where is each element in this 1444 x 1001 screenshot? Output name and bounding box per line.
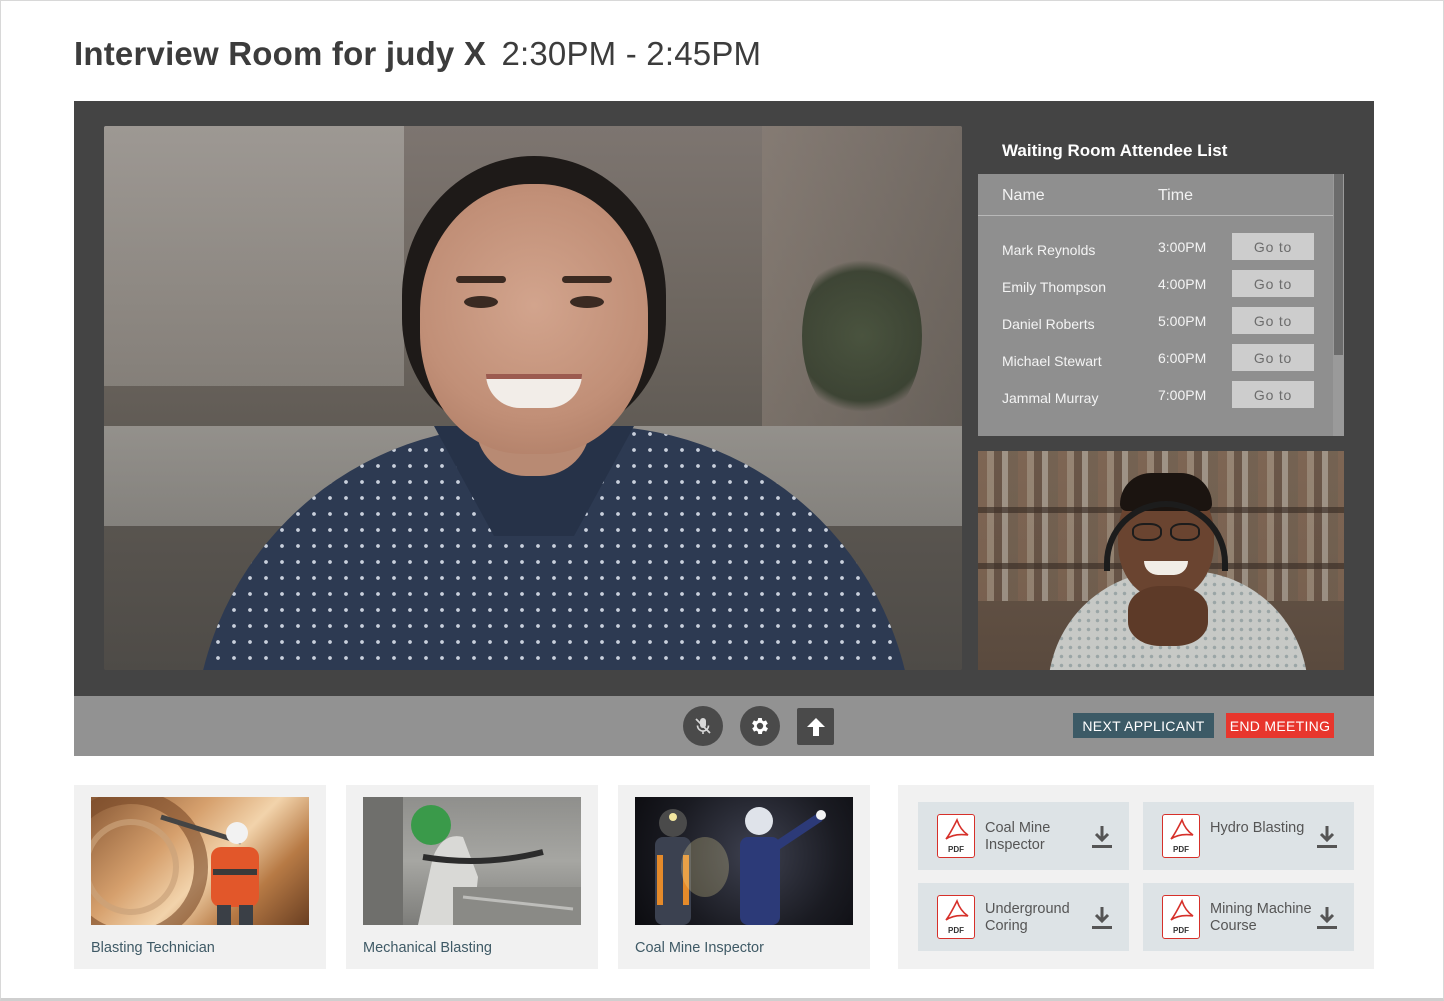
pdf-icon: PDF (937, 814, 975, 858)
page-frame: Interview Room for judy X 2:30PM - 2:45P… (0, 0, 1444, 1001)
page-title: Interview Room for judy X 2:30PM - 2:45P… (74, 35, 761, 73)
course-thumbnail (635, 797, 853, 925)
attendee-list: Mark Reynolds 3:00PM Go to Emily Thompso… (978, 230, 1333, 415)
room-title: Interview Room for judy X (74, 35, 487, 72)
waiting-room-title: Waiting Room Attendee List (978, 126, 1344, 174)
self-video-feed (978, 451, 1344, 670)
document-name: Coal Mine Inspector (985, 820, 1051, 853)
coal-mine-scene (655, 807, 826, 925)
waiting-room-panel: Waiting Room Attendee List Name Time Mar… (978, 126, 1344, 436)
background-plant (802, 246, 922, 426)
settings-button[interactable] (740, 706, 780, 746)
meeting-controls-bar: NEXT APPLICANT END MEETING (74, 696, 1374, 756)
mic-off-icon (695, 718, 711, 734)
course-thumbnail (91, 797, 309, 925)
pdf-icon: PDF (1162, 814, 1200, 858)
glasses (1128, 523, 1204, 541)
column-name: Name (1002, 187, 1045, 204)
share-upload-button[interactable] (797, 708, 834, 745)
attendee-row: Jammal Murray 7:00PM Go to (978, 378, 1333, 415)
participant-eye-right (570, 296, 604, 308)
course-card[interactable]: Coal Mine Inspector (618, 785, 870, 969)
participant-brow-right (562, 276, 612, 283)
attendee-name: Jammal Murray (1002, 390, 1099, 406)
upload-arrow-icon (806, 717, 825, 736)
attendee-name: Mark Reynolds (1002, 242, 1096, 258)
course-thumbnail (363, 797, 581, 925)
next-applicant-button[interactable]: NEXT APPLICANT (1073, 713, 1214, 738)
attendee-row: Daniel Roberts 5:00PM Go to (978, 304, 1333, 341)
attendee-row: Emily Thompson 4:00PM Go to (978, 267, 1333, 304)
go-to-button[interactable]: Go to (1232, 344, 1314, 371)
go-to-button[interactable]: Go to (1232, 270, 1314, 297)
mechanical-blasting-scene (363, 797, 581, 925)
document-name: Underground Coring (985, 901, 1070, 934)
go-to-button[interactable]: Go to (1232, 233, 1314, 260)
course-title: Coal Mine Inspector (635, 940, 764, 956)
course-title: Blasting Technician (91, 940, 215, 956)
end-meeting-button[interactable]: END MEETING (1226, 713, 1334, 738)
pdf-icon: PDF (937, 895, 975, 939)
attendee-name: Emily Thompson (1002, 279, 1107, 295)
download-icon[interactable] (1316, 824, 1338, 850)
course-card[interactable]: Blasting Technician (74, 785, 326, 969)
attendee-time: 3:00PM (1158, 239, 1207, 255)
attendee-table-header: Name Time (978, 174, 1333, 216)
gear-icon (752, 718, 768, 734)
attendee-time: 7:00PM (1158, 387, 1207, 403)
go-to-button[interactable]: Go to (1232, 381, 1314, 408)
participant-face (420, 184, 648, 454)
attendee-time: 4:00PM (1158, 276, 1207, 292)
document-item[interactable]: PDF Mining Machine Course (1143, 883, 1354, 951)
download-icon[interactable] (1091, 905, 1113, 931)
course-card[interactable]: Mechanical Blasting (346, 785, 598, 969)
attendee-name: Michael Stewart (1002, 353, 1102, 369)
participant-hand (1128, 586, 1208, 646)
main-video-feed (104, 126, 962, 670)
document-item[interactable]: PDF Coal Mine Inspector (918, 802, 1129, 870)
video-stage: Waiting Room Attendee List Name Time Mar… (74, 101, 1374, 696)
attendee-time: 5:00PM (1158, 313, 1207, 329)
participant-eye-left (464, 296, 498, 308)
course-title: Mechanical Blasting (363, 940, 492, 956)
go-to-button[interactable]: Go to (1232, 307, 1314, 334)
document-item[interactable]: PDF Hydro Blasting (1143, 802, 1354, 870)
mute-button[interactable] (683, 706, 723, 746)
attendee-time: 6:00PM (1158, 350, 1207, 366)
pdf-icon: PDF (1162, 895, 1200, 939)
blasting-scene (91, 797, 259, 925)
meeting-time-range: 2:30PM - 2:45PM (501, 35, 762, 72)
document-name: Mining Machine Course (1210, 901, 1312, 934)
attendee-row: Michael Stewart 6:00PM Go to (978, 341, 1333, 378)
documents-panel: PDF Coal Mine Inspector PDF Hydro Blasti… (898, 785, 1374, 969)
background-window (104, 126, 404, 386)
attendee-name: Daniel Roberts (1002, 316, 1095, 332)
attendee-row: Mark Reynolds 3:00PM Go to (978, 230, 1333, 267)
document-name: Hydro Blasting (1210, 820, 1305, 836)
document-item[interactable]: PDF Underground Coring (918, 883, 1129, 951)
participant-brow-left (456, 276, 506, 283)
scrollbar-thumb[interactable] (1334, 174, 1343, 355)
column-time: Time (1158, 187, 1193, 204)
download-icon[interactable] (1316, 905, 1338, 931)
download-icon[interactable] (1091, 824, 1113, 850)
